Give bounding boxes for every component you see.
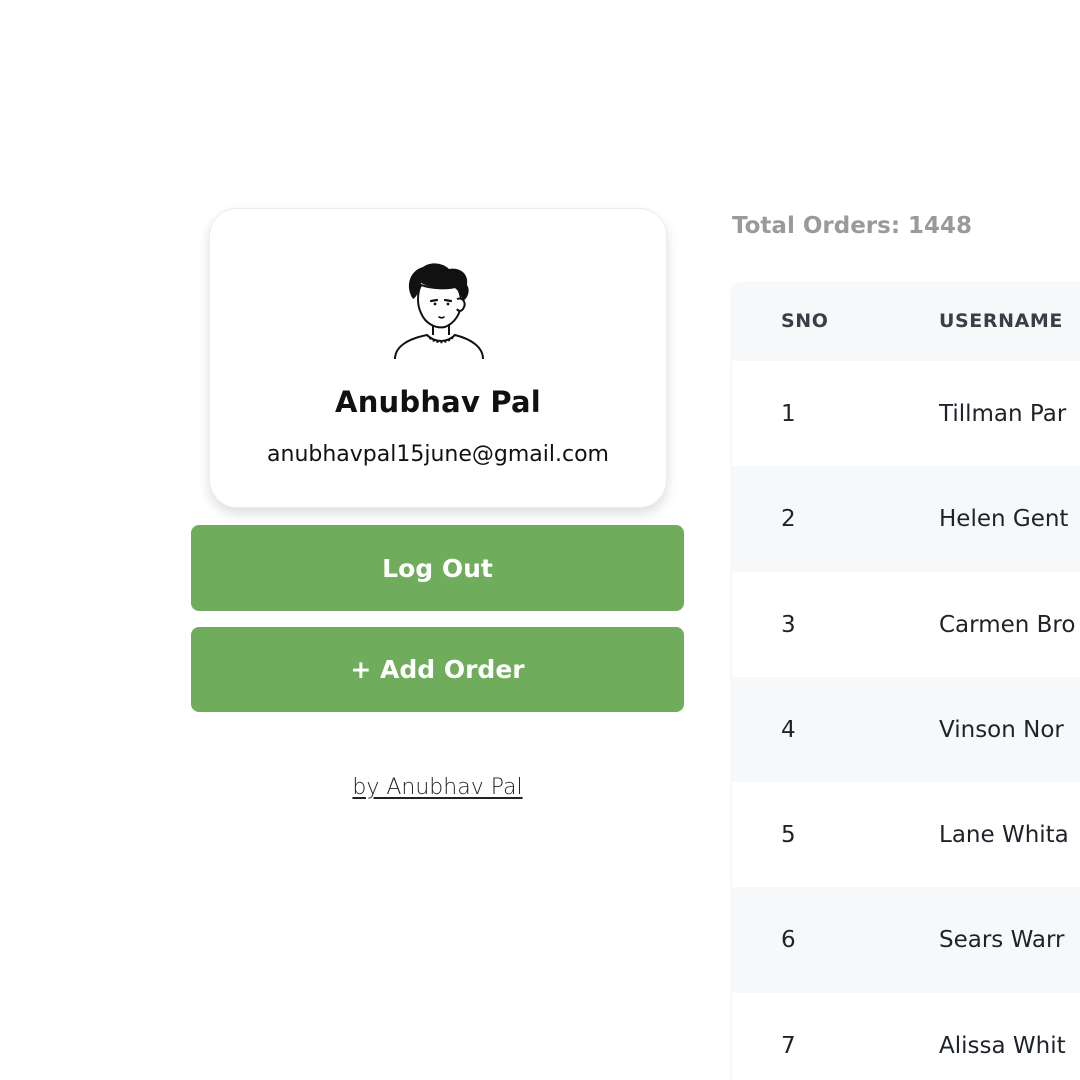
table-header: SNO USERNAME bbox=[732, 282, 1080, 361]
table-row[interactable]: 6 Sears Warr bbox=[732, 887, 1080, 993]
logout-button[interactable]: Log Out bbox=[191, 525, 684, 611]
cell-username: Helen Gent bbox=[939, 506, 1069, 533]
orders-table: SNO USERNAME 1 Tillman Par 2 Helen Gent … bbox=[732, 282, 1080, 1080]
table-row[interactable]: 3 Carmen Bro bbox=[732, 571, 1080, 677]
cell-sno: 6 bbox=[781, 927, 796, 954]
cell-sno: 3 bbox=[781, 611, 796, 638]
author-credit-link[interactable]: by Anubhav Pal bbox=[191, 775, 684, 800]
table-row[interactable]: 5 Lane Whita bbox=[732, 782, 1080, 888]
cell-sno: 4 bbox=[781, 716, 796, 743]
table-row[interactable]: 7 Alissa Whit bbox=[732, 992, 1080, 1080]
profile-card: Anubhav Pal anubhavpal15june@gmail.com bbox=[209, 208, 667, 508]
page: Anubhav Pal anubhavpal15june@gmail.com L… bbox=[0, 0, 1080, 1080]
column-header-sno[interactable]: SNO bbox=[781, 310, 829, 332]
cell-username: Carmen Bro bbox=[939, 611, 1076, 638]
cell-username: Sears Warr bbox=[939, 927, 1065, 954]
cell-sno: 7 bbox=[781, 1032, 796, 1059]
table-row[interactable]: 4 Vinson Nor bbox=[732, 676, 1080, 783]
cell-sno: 1 bbox=[781, 401, 796, 427]
cell-sno: 2 bbox=[781, 506, 796, 533]
cell-username: Vinson Nor bbox=[939, 716, 1064, 743]
add-order-button[interactable]: + Add Order bbox=[191, 627, 684, 712]
cell-username: Tillman Par bbox=[939, 401, 1067, 427]
total-orders-label: Total Orders: 1448 bbox=[732, 213, 973, 239]
table-row[interactable]: 2 Helen Gent bbox=[732, 466, 1080, 572]
table-row[interactable]: 1 Tillman Par bbox=[732, 361, 1080, 467]
column-header-username[interactable]: USERNAME bbox=[939, 310, 1063, 332]
cell-sno: 5 bbox=[781, 822, 796, 849]
profile-email: anubhavpal15june@gmail.com bbox=[267, 442, 609, 467]
cell-username: Alissa Whit bbox=[939, 1032, 1066, 1059]
cell-username: Lane Whita bbox=[939, 822, 1069, 849]
avatar-icon bbox=[394, 263, 484, 360]
profile-name: Anubhav Pal bbox=[335, 385, 541, 419]
